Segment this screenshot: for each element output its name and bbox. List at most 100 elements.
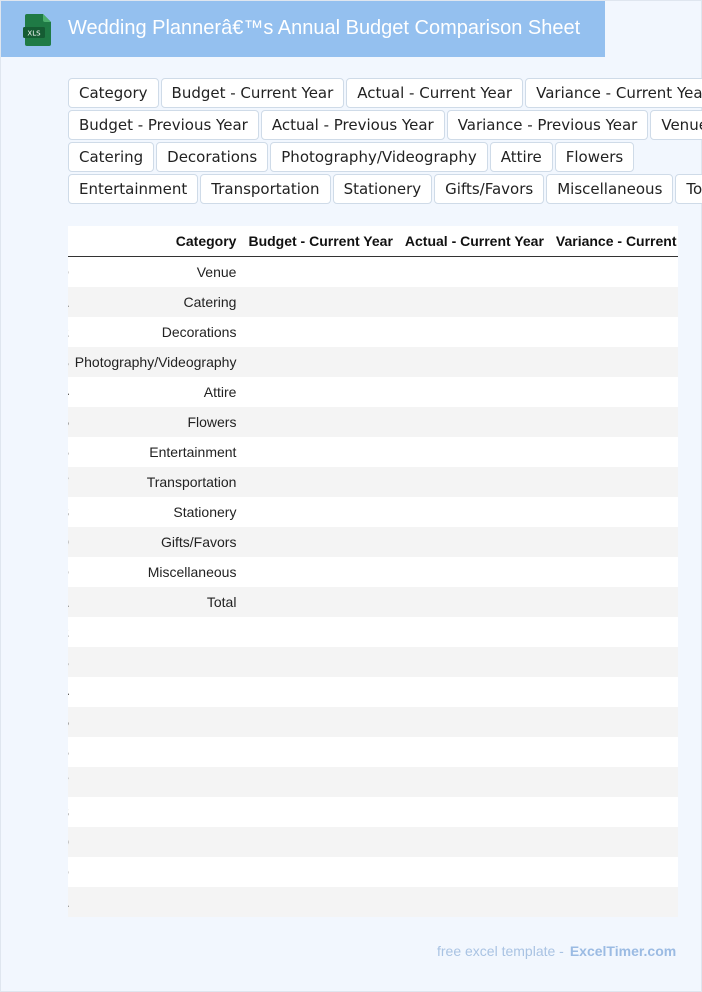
cell-category[interactable]: Total <box>68 587 243 617</box>
cell-budget-current[interactable] <box>242 797 399 827</box>
cell-budget-current[interactable] <box>242 887 399 917</box>
cell-variance-current[interactable] <box>549 317 678 347</box>
cell-category[interactable]: Attire <box>68 377 243 407</box>
column-chip[interactable]: Variance - Current Year <box>525 78 702 108</box>
cell-category[interactable]: Transportation <box>68 467 243 497</box>
cell-budget-current[interactable] <box>242 617 399 647</box>
column-header-actual-current[interactable]: Actual - Current Year <box>398 226 550 257</box>
footer-brand-link[interactable]: ExcelTimer.com <box>570 943 676 959</box>
cell-budget-current[interactable] <box>242 256 399 287</box>
cell-category[interactable]: Venue <box>68 256 243 287</box>
cell-budget-current[interactable] <box>242 497 399 527</box>
cell-actual-current[interactable] <box>398 887 550 917</box>
cell-variance-current[interactable] <box>549 377 678 407</box>
cell-budget-current[interactable] <box>242 317 399 347</box>
cell-variance-current[interactable] <box>549 857 678 887</box>
cell-budget-current[interactable] <box>242 557 399 587</box>
cell-category[interactable] <box>68 767 243 797</box>
cell-variance-current[interactable] <box>549 407 678 437</box>
cell-actual-current[interactable] <box>398 647 550 677</box>
column-header-category[interactable]: Category <box>68 226 243 257</box>
cell-actual-current[interactable] <box>398 827 550 857</box>
column-chip[interactable]: Budget - Previous Year <box>68 110 259 140</box>
cell-category[interactable]: Miscellaneous <box>68 557 243 587</box>
column-chip[interactable]: Venue <box>650 110 702 140</box>
cell-variance-current[interactable] <box>549 767 678 797</box>
cell-category[interactable] <box>68 887 243 917</box>
column-chip[interactable]: Decorations <box>156 142 269 172</box>
cell-actual-current[interactable] <box>398 707 550 737</box>
cell-budget-current[interactable] <box>242 437 399 467</box>
cell-budget-current[interactable] <box>242 527 399 557</box>
cell-actual-current[interactable] <box>398 527 550 557</box>
cell-variance-current[interactable] <box>549 437 678 467</box>
cell-variance-current[interactable] <box>549 827 678 857</box>
cell-actual-current[interactable] <box>398 317 550 347</box>
column-chip[interactable]: Variance - Previous Year <box>446 110 649 140</box>
cell-budget-current[interactable] <box>242 857 399 887</box>
cell-budget-current[interactable] <box>242 377 399 407</box>
column-chip[interactable]: Actual - Previous Year <box>260 110 445 140</box>
column-chip[interactable]: Transportation <box>200 174 331 204</box>
cell-variance-current[interactable] <box>549 347 678 377</box>
cell-category[interactable]: Decorations <box>68 317 243 347</box>
column-chip[interactable]: Budget - Current Year <box>160 78 345 108</box>
column-chip[interactable]: Photography/Videography <box>270 142 488 172</box>
cell-budget-current[interactable] <box>242 767 399 797</box>
column-chip[interactable]: Gifts/Favors <box>434 174 545 204</box>
cell-category[interactable] <box>68 707 243 737</box>
column-chip[interactable]: Total <box>675 174 702 204</box>
cell-category[interactable] <box>68 677 243 707</box>
cell-actual-current[interactable] <box>398 407 550 437</box>
cell-budget-current[interactable] <box>242 587 399 617</box>
cell-variance-current[interactable] <box>549 887 678 917</box>
column-chip[interactable]: Flowers <box>554 142 635 172</box>
cell-actual-current[interactable] <box>398 256 550 287</box>
cell-actual-current[interactable] <box>398 557 550 587</box>
cell-actual-current[interactable] <box>398 467 550 497</box>
cell-actual-current[interactable] <box>398 347 550 377</box>
column-chip[interactable]: Stationery <box>332 174 433 204</box>
cell-budget-current[interactable] <box>242 677 399 707</box>
cell-variance-current[interactable] <box>549 256 678 287</box>
column-chip[interactable]: Attire <box>489 142 553 172</box>
cell-actual-current[interactable] <box>398 617 550 647</box>
column-chip[interactable]: Actual - Current Year <box>346 78 524 108</box>
cell-category[interactable]: Photography/Videography <box>68 347 243 377</box>
column-header-variance-current[interactable]: Variance - Current Year <box>549 226 678 257</box>
cell-variance-current[interactable] <box>549 617 678 647</box>
cell-actual-current[interactable] <box>398 587 550 617</box>
column-header-budget-current[interactable]: Budget - Current Year <box>242 226 399 257</box>
cell-category[interactable] <box>68 857 243 887</box>
cell-actual-current[interactable] <box>398 437 550 467</box>
cell-actual-current[interactable] <box>398 377 550 407</box>
cell-variance-current[interactable] <box>549 497 678 527</box>
cell-category[interactable]: Entertainment <box>68 437 243 467</box>
cell-budget-current[interactable] <box>242 647 399 677</box>
cell-actual-current[interactable] <box>398 797 550 827</box>
cell-budget-current[interactable] <box>242 407 399 437</box>
cell-variance-current[interactable] <box>549 467 678 497</box>
cell-variance-current[interactable] <box>549 707 678 737</box>
cell-category[interactable] <box>68 617 243 647</box>
cell-variance-current[interactable] <box>549 737 678 767</box>
cell-budget-current[interactable] <box>242 827 399 857</box>
cell-category[interactable] <box>68 737 243 767</box>
cell-actual-current[interactable] <box>398 767 550 797</box>
cell-budget-current[interactable] <box>242 737 399 767</box>
cell-category[interactable]: Catering <box>68 287 243 317</box>
cell-budget-current[interactable] <box>242 467 399 497</box>
cell-category[interactable] <box>68 647 243 677</box>
column-chip[interactable]: Catering <box>68 142 155 172</box>
column-chip[interactable]: Miscellaneous <box>546 174 674 204</box>
cell-budget-current[interactable] <box>242 347 399 377</box>
cell-actual-current[interactable] <box>398 677 550 707</box>
cell-variance-current[interactable] <box>549 287 678 317</box>
cell-actual-current[interactable] <box>398 287 550 317</box>
cell-variance-current[interactable] <box>549 557 678 587</box>
cell-actual-current[interactable] <box>398 497 550 527</box>
cell-variance-current[interactable] <box>549 677 678 707</box>
cell-variance-current[interactable] <box>549 647 678 677</box>
cell-category[interactable]: Flowers <box>68 407 243 437</box>
cell-category[interactable] <box>68 797 243 827</box>
